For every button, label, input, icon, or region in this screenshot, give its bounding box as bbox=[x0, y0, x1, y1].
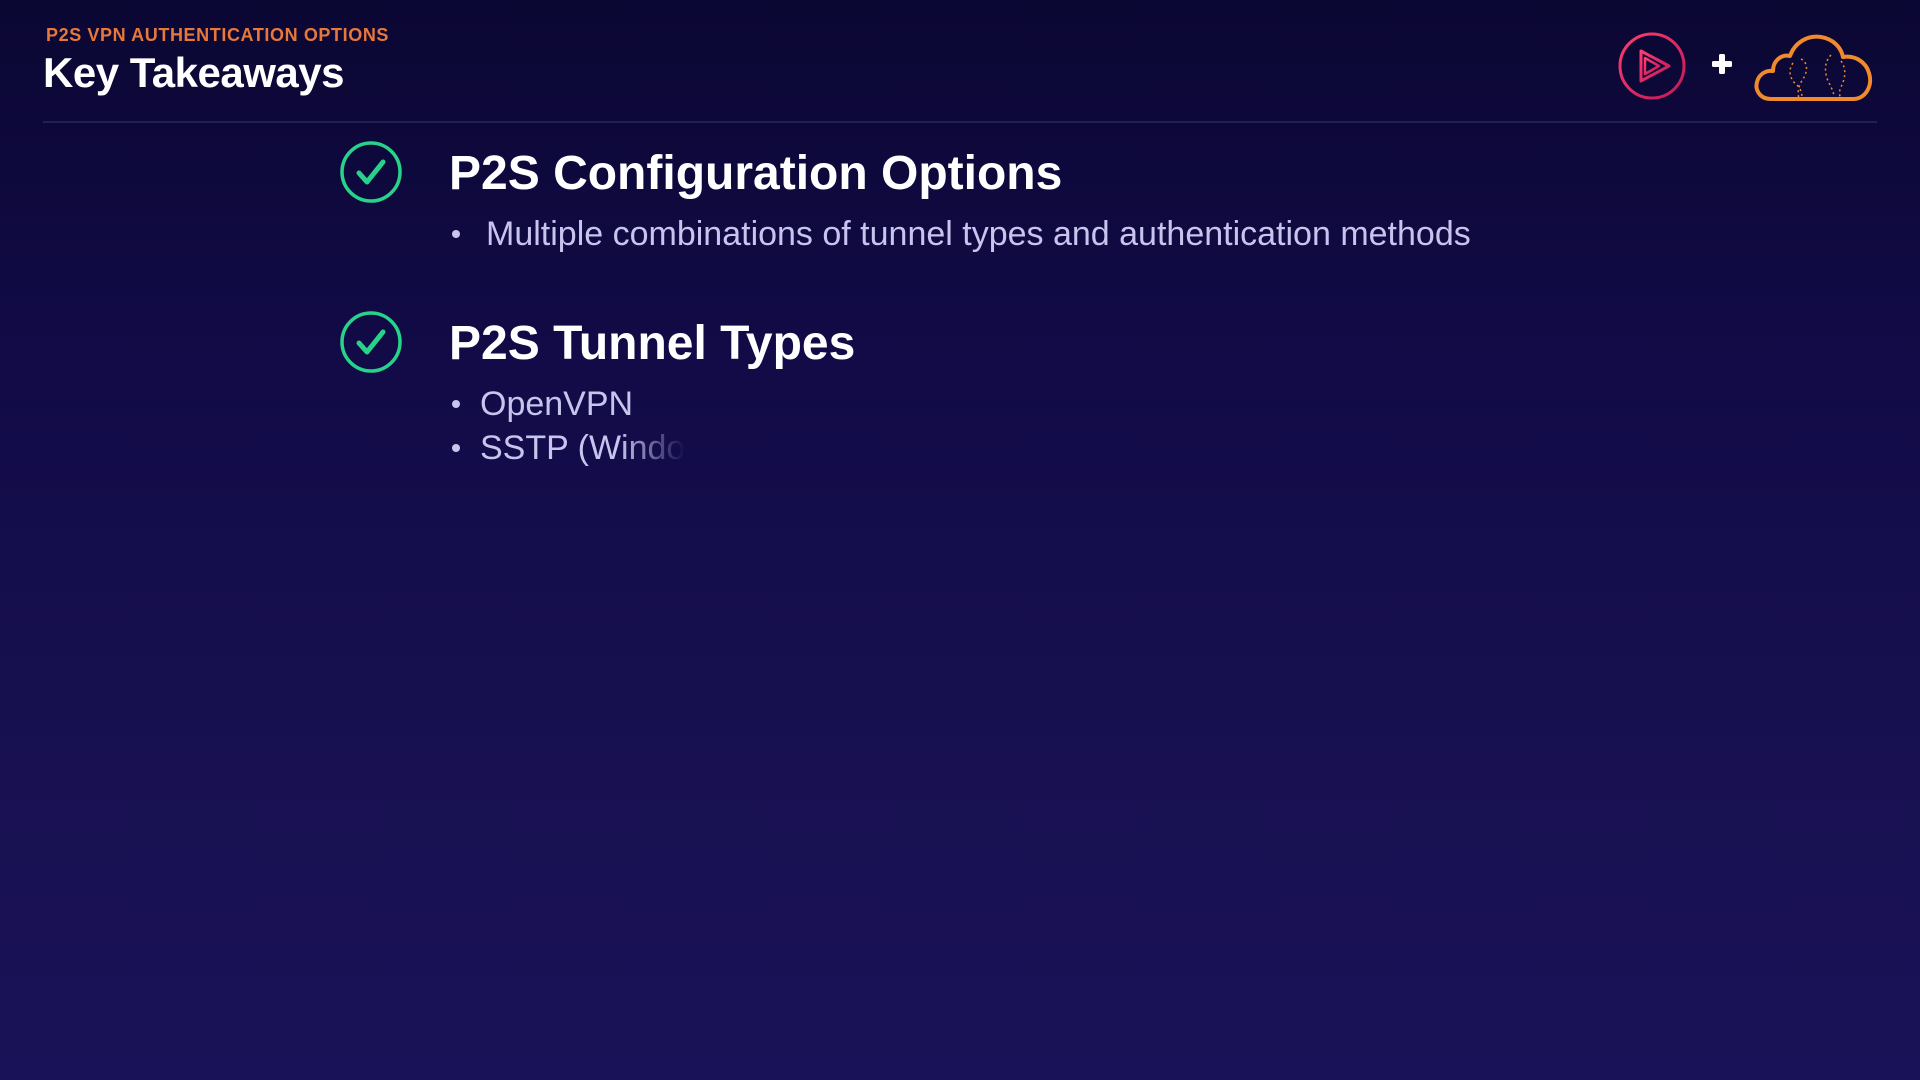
takeaway-title: P2S Configuration Options bbox=[449, 147, 1063, 200]
takeaway-item: P2S Configuration Options Multiple combi… bbox=[339, 140, 1639, 310]
section-eyebrow: P2S VPN AUTHENTICATION OPTIONS bbox=[46, 25, 390, 45]
bullet-list: Multiple combinations of tunnel types an… bbox=[449, 212, 1471, 256]
cloud-icon bbox=[1754, 34, 1873, 101]
page-title: Key Takeaways bbox=[43, 49, 344, 96]
takeaway-item: P2S Tunnel Types OpenVPN SSTP (Windo bbox=[339, 310, 1639, 480]
bullet-item: OpenVPN bbox=[449, 382, 685, 426]
check-circle-icon bbox=[340, 311, 402, 373]
bullet-item: Multiple combinations of tunnel types an… bbox=[449, 212, 1471, 256]
bullet-dot bbox=[452, 230, 460, 238]
bullet-dot bbox=[452, 444, 460, 452]
takeaways-list: P2S Configuration Options Multiple combi… bbox=[339, 140, 1639, 480]
play-circle-icon bbox=[1618, 32, 1686, 100]
bullet-text: SSTP (Windo bbox=[480, 429, 686, 467]
bullet-item: SSTP (Windo bbox=[449, 426, 685, 470]
takeaway-title: P2S Tunnel Types bbox=[449, 317, 856, 370]
slide-header: P2S VPN AUTHENTICATION OPTIONS Key Takea… bbox=[43, 25, 1877, 123]
bullet-text: OpenVPN bbox=[480, 385, 634, 423]
plus-icon bbox=[1712, 54, 1732, 74]
bullet-list: OpenVPN SSTP (Windo bbox=[449, 382, 685, 470]
check-circle-icon bbox=[340, 141, 402, 203]
bullet-dot bbox=[452, 400, 460, 408]
bullet-text: Multiple combinations of tunnel types an… bbox=[486, 215, 1471, 253]
brand-logos bbox=[1617, 29, 1877, 103]
